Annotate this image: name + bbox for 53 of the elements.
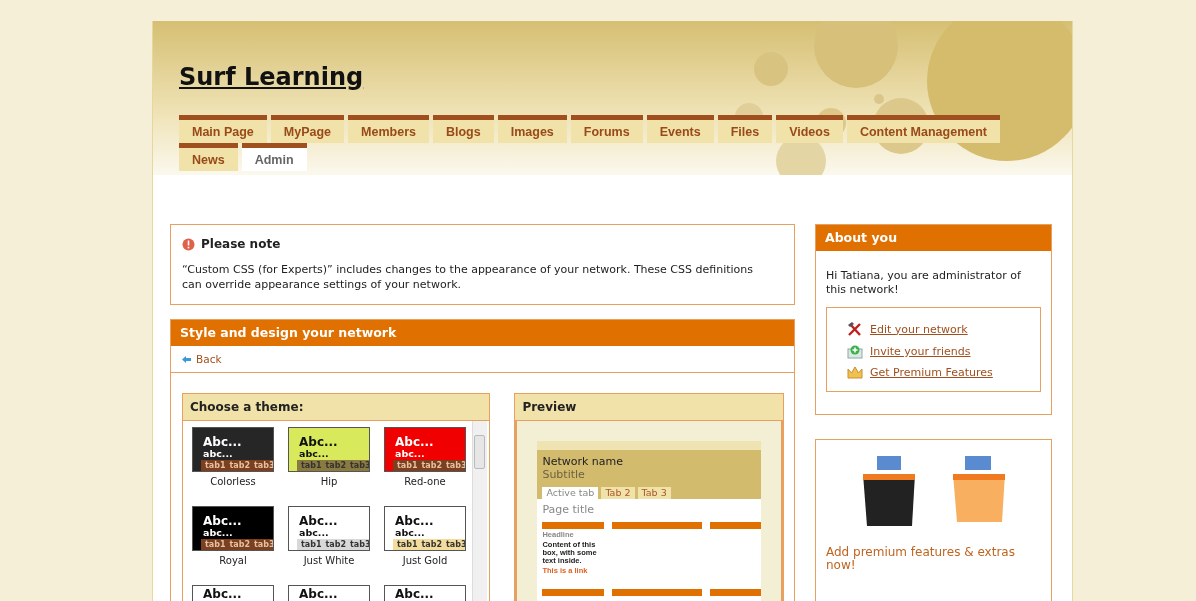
scrollbar[interactable] — [472, 421, 487, 601]
theme-thumbnail[interactable]: Abc... — [288, 585, 370, 601]
panel-title: Style and design your network — [171, 320, 794, 346]
nav-tab[interactable]: Forums — [570, 115, 643, 143]
theme-thumbnail[interactable]: Abc... abc... tab1 tab2 tab3 — [192, 427, 274, 472]
premium-text[interactable]: Add premium features & extras now! — [826, 546, 1041, 572]
nav-tab[interactable]: Events — [646, 115, 714, 143]
site-title[interactable]: Surf Learning — [179, 63, 364, 91]
theme-name: Just White — [303, 555, 355, 566]
preview-box-header — [542, 589, 605, 596]
action-link[interactable]: Get Premium Features — [870, 366, 993, 379]
theme-name: Royal — [219, 555, 247, 566]
preview-network-name: Network name — [542, 455, 625, 468]
theme-name: Hip — [320, 476, 338, 487]
nav-tab[interactable]: Members — [348, 115, 429, 143]
about-text: Hi Tatiana, you are administrator of this network! — [825, 268, 1022, 298]
nav-tab[interactable]: Files — [717, 115, 773, 143]
preview-box-header — [710, 522, 762, 529]
nav-tab[interactable]: Blogs — [432, 115, 494, 143]
nav-tab[interactable]: News — [179, 143, 238, 171]
nav-tab[interactable]: Content Management — [846, 115, 1000, 143]
tools-icon — [847, 321, 863, 337]
preview-title: Preview — [515, 394, 783, 421]
about-title: About you — [816, 225, 1051, 251]
preview-box-header — [542, 522, 605, 529]
theme-thumbnail[interactable]: Abc... — [384, 585, 466, 601]
theme-thumbnail[interactable]: Abc... abc... tab1 tab2 tab3 — [192, 506, 274, 551]
nav-tab[interactable]: Images — [497, 115, 567, 143]
theme-thumbnail[interactable]: Abc... — [192, 585, 274, 601]
back-link[interactable]: Back — [196, 353, 222, 365]
arrow-left-icon — [182, 355, 191, 363]
nav-tab[interactable]: Admin — [241, 143, 307, 171]
envelope-plus-icon — [847, 344, 863, 359]
alert-icon — [182, 237, 195, 251]
theme-thumbnail[interactable]: Abc... abc... tab1 tab2 tab3 — [384, 506, 466, 551]
preview-subtitle: Subtitle — [542, 468, 586, 481]
theme-name: Red-one — [404, 476, 446, 487]
theme-thumbnail[interactable]: Abc... abc... tab1 tab2 tab3 — [288, 427, 370, 472]
preview-page-title: Page title — [542, 503, 596, 516]
nav-tab[interactable]: Main Page — [179, 115, 267, 143]
theme-name: Colorless — [210, 476, 256, 487]
note-title: Please note — [201, 237, 281, 251]
nav-tab[interactable]: Videos — [776, 115, 843, 143]
theme-panel-title: Choose a theme: — [183, 394, 490, 421]
theme-name: Just Gold — [402, 555, 448, 566]
action-link[interactable]: Invite your friends — [870, 345, 971, 358]
theme-thumbnail[interactable]: Abc... abc... tab1 tab2 tab3 — [288, 506, 370, 551]
action-link[interactable]: Edit your network — [870, 322, 968, 336]
nav-tab[interactable]: MyPage — [270, 115, 345, 143]
preview-box-header — [710, 589, 762, 596]
note-text: “Custom CSS (for Experts)” includes changes to the appearance of your network. These CSS definitions can override appearance settings of your network. — [182, 262, 754, 292]
theme-thumbnail[interactable]: Abc... abc... tab1 tab2 tab3 — [384, 427, 466, 472]
crown-icon — [847, 366, 863, 379]
